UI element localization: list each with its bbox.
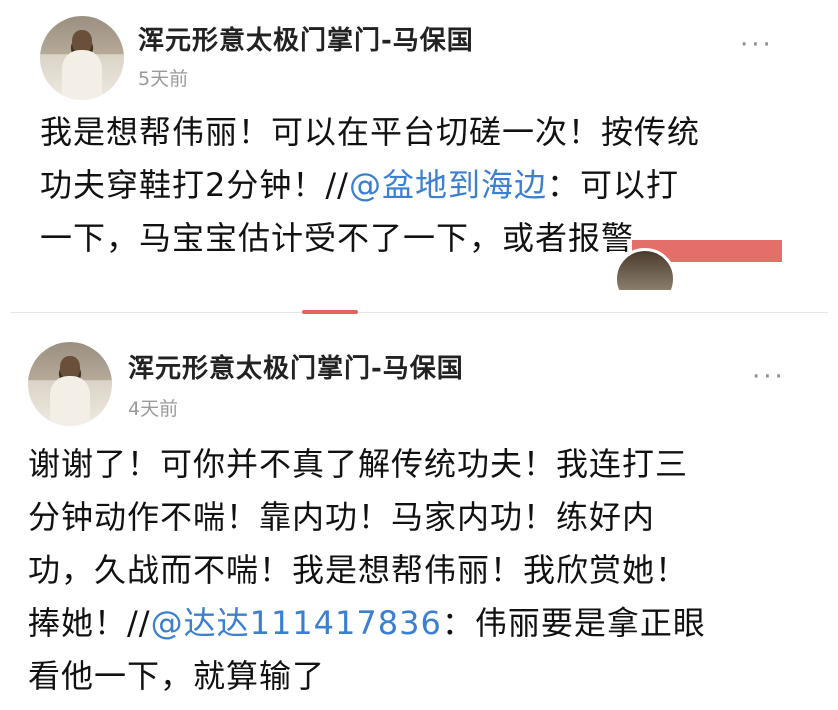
- author-name[interactable]: 浑元形意太极门掌门-马保国: [128, 348, 464, 385]
- post-card: 浑元形意太极门掌门-马保国 5天前 ··· 我是想帮伟丽！可以在平台切磋一次！按…: [0, 0, 838, 310]
- author-name[interactable]: 浑元形意太极门掌门-马保国: [138, 20, 474, 57]
- content-text: 捧她！//: [28, 604, 151, 642]
- post-time: 5天前: [138, 68, 189, 90]
- content-line: 我是想帮伟丽！可以在平台切磋一次！按传统: [40, 113, 701, 151]
- content-line: 功夫穿鞋打2分钟！//@盆地到海边：可以打: [40, 159, 700, 212]
- post-content: 谢谢了！可你并不真了解传统功夫！我连打三 分钟动作不喘！靠内功！马家内功！练好内…: [28, 438, 706, 703]
- content-line: 分钟动作不喘！靠内功！马家内功！练好内: [28, 498, 656, 536]
- content-text: 功夫穿鞋打2分钟！//: [40, 166, 349, 204]
- avatar[interactable]: [40, 16, 124, 100]
- mention-link[interactable]: @达达111417836: [151, 604, 442, 642]
- divider-accent: [302, 310, 358, 314]
- content-text: ：可以打: [546, 166, 679, 204]
- avatar[interactable]: [28, 342, 112, 426]
- mention-link[interactable]: @盆地到海边: [349, 166, 547, 204]
- content-line: 捧她！//@达达111417836：伟丽要是拿正眼: [28, 597, 706, 650]
- more-options-icon[interactable]: ···: [740, 30, 774, 60]
- post-divider: [0, 290, 838, 318]
- post-content: 我是想帮伟丽！可以在平台切磋一次！按传统 功夫穿鞋打2分钟！//@盆地到海边：可…: [40, 106, 700, 265]
- post-card: 浑元形意太极门掌门-马保国 4天前 ··· 谢谢了！可你并不真了解传统功夫！我连…: [0, 318, 838, 710]
- post-time: 4天前: [128, 398, 179, 420]
- content-text: ：伟丽要是拿正眼: [441, 604, 706, 642]
- content-line: 功，久战而不喘！我是想帮伟丽！我欣赏她！: [28, 551, 689, 589]
- content-line: 看他一下，就算输了: [28, 657, 326, 695]
- divider-line: [10, 312, 828, 313]
- content-line: 一下，马宝宝估计受不了一下，或者报警。: [40, 219, 668, 257]
- content-line: 谢谢了！可你并不真了解传统功夫！我连打三: [28, 445, 689, 483]
- more-options-icon[interactable]: ···: [752, 362, 786, 392]
